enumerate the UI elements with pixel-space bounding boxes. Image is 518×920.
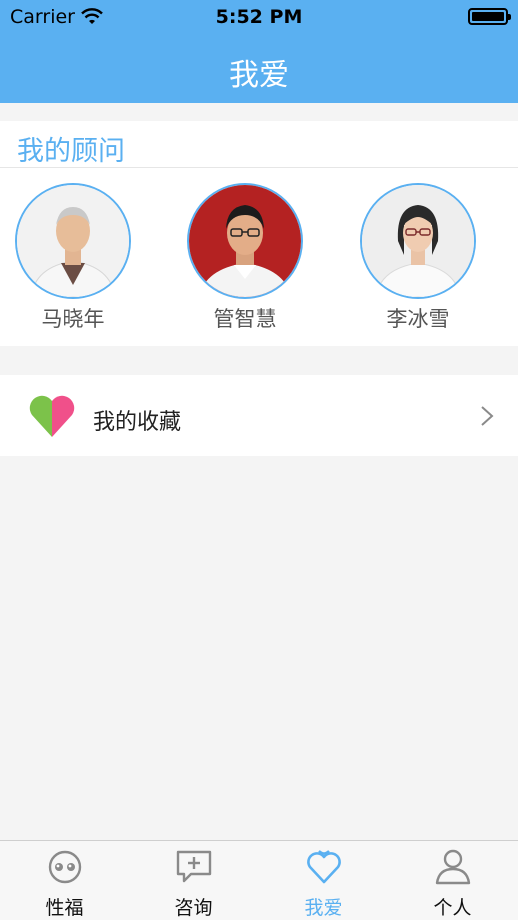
status-time: 5:52 PM <box>215 6 303 28</box>
tab-bar: 性福 咨询 我爱 个人 <box>0 840 518 920</box>
advisor-section: 我的顾问 马晓年 管智慧 李冰雪 <box>0 121 518 346</box>
tab-label: 个人 <box>433 897 472 919</box>
advisor-avatar[interactable] <box>187 183 303 299</box>
advisor-card-3[interactable]: 李冰雪 <box>359 183 477 333</box>
heart-icon <box>29 395 75 437</box>
tab-label: 我爱 <box>304 897 343 919</box>
battery-icon <box>468 8 511 25</box>
chat-plus-icon <box>176 850 212 883</box>
advisor-photo <box>362 185 474 297</box>
chevron-right-icon <box>481 406 494 426</box>
advisor-name: 李冰雪 <box>386 307 450 331</box>
tab-label: 咨询 <box>174 897 213 919</box>
tab-label: 性福 <box>45 897 84 919</box>
advisor-avatar[interactable] <box>15 183 131 299</box>
advisor-card-2[interactable]: 管智慧 <box>186 183 304 333</box>
status-bar: Carrier 5:52 PM <box>0 0 518 34</box>
favorites-row[interactable]: 我的收藏 <box>0 375 518 456</box>
heart-outline-icon <box>307 850 341 884</box>
smile-face-icon <box>48 850 82 884</box>
favorites-label: 我的收藏 <box>93 410 182 435</box>
tab-zixun[interactable]: 咨询 <box>129 841 258 920</box>
advisor-section-title: 我的顾问 <box>17 136 125 167</box>
tab-woai[interactable]: 我爱 <box>259 841 388 920</box>
advisor-card-1[interactable]: 马晓年 <box>14 183 132 333</box>
page-title: 我爱 <box>229 58 289 93</box>
advisor-photo <box>17 185 129 297</box>
advisor-avatar[interactable] <box>360 183 476 299</box>
tab-xingfu[interactable]: 性福 <box>0 841 129 920</box>
tab-geren[interactable]: 个人 <box>388 841 517 920</box>
header: Carrier 5:52 PM 我爱 <box>0 0 518 103</box>
person-icon <box>435 849 471 885</box>
divider <box>0 167 518 168</box>
advisor-photo <box>189 185 301 297</box>
advisor-name: 管智慧 <box>213 307 277 331</box>
advisor-name: 马晓年 <box>41 307 105 331</box>
